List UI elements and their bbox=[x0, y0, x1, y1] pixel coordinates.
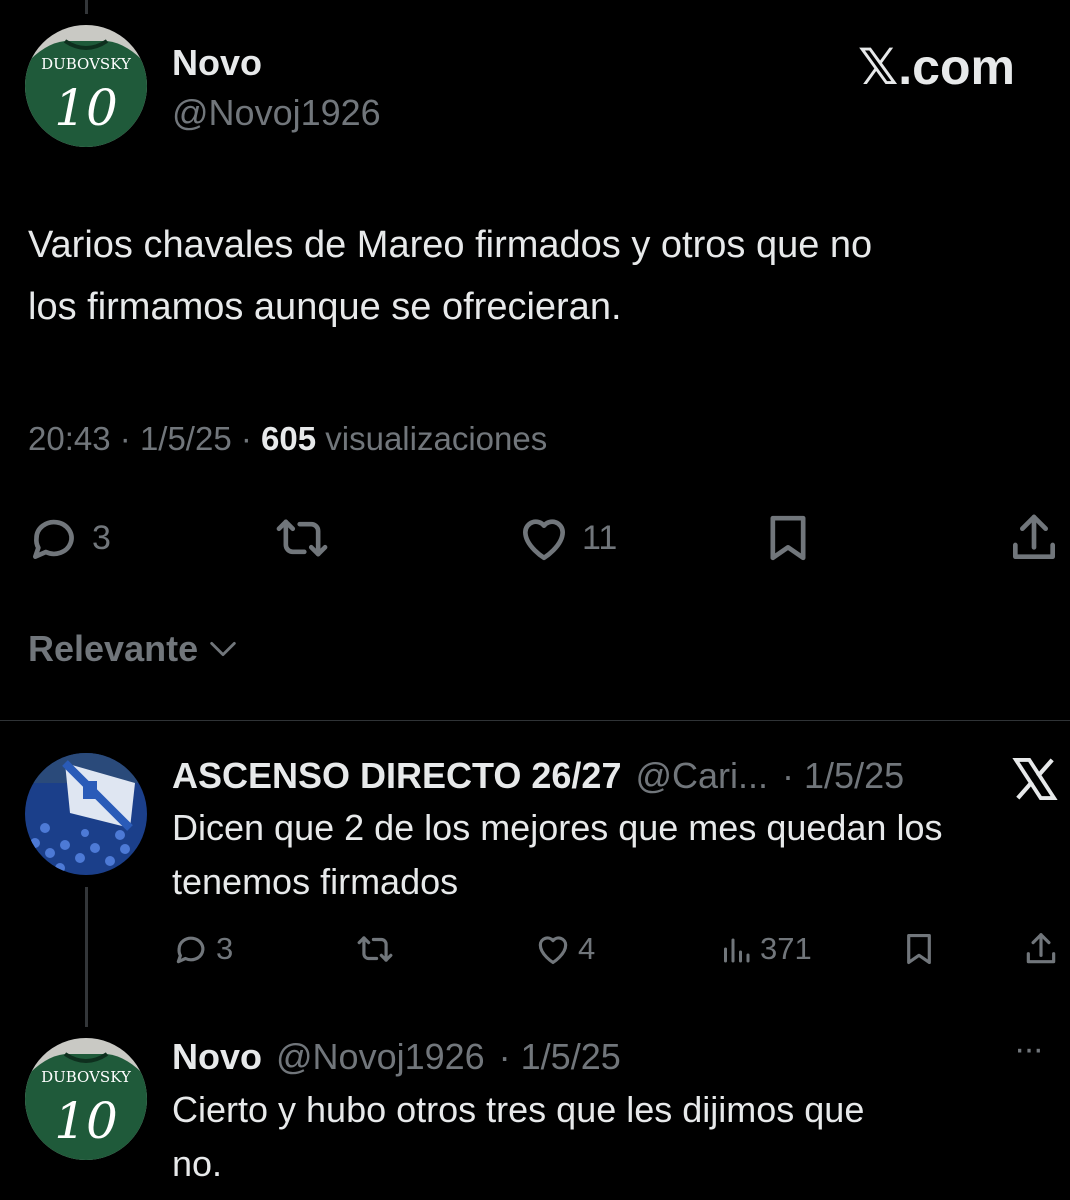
heart-icon bbox=[523, 519, 565, 561]
sort-dropdown[interactable]: Relevante bbox=[28, 628, 240, 670]
tweet-meta: 20:43 · 1/5/25 · 605 visualizaciones bbox=[28, 420, 547, 458]
reply-header: ASCENSO DIRECTO 26/27 @Cari... · 1/5/25 bbox=[172, 755, 992, 797]
chevron-down-icon bbox=[210, 641, 236, 657]
bookmark-icon bbox=[770, 515, 806, 561]
reply-text: Cierto y hubo otros tres que les dijimos… bbox=[172, 1083, 1062, 1191]
views-count: 605 bbox=[261, 420, 317, 457]
bookmark-icon bbox=[907, 933, 931, 965]
reply-retweet-button[interactable] bbox=[354, 930, 396, 968]
reply-text-line: Dicen que 2 de los mejores que mes queda… bbox=[172, 807, 943, 848]
reply-bookmark-button[interactable] bbox=[900, 930, 938, 968]
thread-line-top bbox=[85, 0, 88, 14]
tweet-time[interactable]: 20:43 bbox=[28, 420, 111, 457]
tweet-text-line: Varios chavales de Mareo firmados y otro… bbox=[28, 224, 873, 266]
author-handle[interactable]: @Novoj1926 bbox=[172, 92, 381, 134]
divider bbox=[0, 720, 1070, 721]
reply-reply-button[interactable]: 3 bbox=[172, 930, 233, 968]
tweet-date[interactable]: 1/5/25 bbox=[140, 420, 232, 457]
views-chart-icon bbox=[724, 938, 750, 963]
tweet-text-line: los firmamos aunque se ofrecieran. bbox=[28, 286, 622, 328]
reply-views-count: 371 bbox=[760, 931, 812, 966]
retweet-icon bbox=[276, 519, 328, 557]
meta-separator: · bbox=[240, 420, 252, 457]
reply-text-line: tenemos firmados bbox=[172, 861, 459, 902]
bookmark-button[interactable] bbox=[760, 510, 816, 566]
reply-author-name[interactable]: Novo bbox=[172, 1036, 262, 1078]
reply-count: 3 bbox=[92, 518, 111, 557]
reply-text-line: no. bbox=[172, 1143, 223, 1184]
avatar-jersey-text: DUBOVSKY bbox=[41, 1068, 132, 1086]
views-label: visualizaciones bbox=[325, 420, 548, 457]
reply-author-handle[interactable]: @Cari... bbox=[635, 755, 768, 797]
x-logo-icon[interactable] bbox=[1012, 758, 1058, 800]
reply-reply-count: 3 bbox=[216, 931, 234, 966]
share-icon bbox=[1013, 514, 1055, 559]
heart-icon bbox=[538, 936, 568, 965]
tweet-text: Varios chavales de Mareo firmados y otro… bbox=[28, 214, 1068, 338]
sort-label: Relevante bbox=[28, 628, 199, 669]
retweet-button[interactable] bbox=[272, 510, 332, 566]
reply-header: Novo @Novoj1926 · 1/5/25 bbox=[172, 1036, 621, 1078]
reply-like-button[interactable]: 4 bbox=[534, 930, 595, 968]
reply-text: Dicen que 2 de los mejores que mes queda… bbox=[172, 801, 1062, 909]
meta-separator: · bbox=[119, 420, 131, 457]
x-brand-logo: 𝕏.com bbox=[858, 39, 1015, 95]
reply-author-handle[interactable]: @Novoj1926 bbox=[276, 1036, 485, 1078]
reply-avatar[interactable] bbox=[25, 753, 147, 875]
avatar-jersey-number: 10 bbox=[54, 1092, 118, 1150]
reply-text-line: Cierto y hubo otros tres que les dijimos… bbox=[172, 1089, 865, 1130]
author-name[interactable]: Novo bbox=[172, 42, 262, 84]
reply-views-button[interactable]: 371 bbox=[718, 930, 812, 968]
retweet-icon bbox=[357, 936, 393, 962]
share-button[interactable] bbox=[1006, 510, 1062, 566]
avatar-jersey-text: DUBOVSKY bbox=[41, 55, 132, 73]
like-count: 11 bbox=[582, 518, 618, 557]
reply-author-name[interactable]: ASCENSO DIRECTO 26/27 bbox=[172, 755, 621, 797]
more-options-icon[interactable]: ··· bbox=[1014, 1030, 1044, 1069]
reply-date[interactable]: · 1/5/25 bbox=[782, 755, 904, 797]
comment-icon bbox=[176, 936, 205, 964]
comment-icon bbox=[33, 519, 74, 559]
reply-date[interactable]: · 1/5/25 bbox=[499, 1036, 621, 1078]
share-icon bbox=[1026, 933, 1056, 964]
like-button[interactable]: 11 bbox=[516, 510, 617, 566]
author-avatar[interactable]: DUBOVSKY 10 bbox=[25, 25, 147, 147]
reply-button[interactable]: 3 bbox=[26, 510, 111, 566]
thread-line bbox=[85, 887, 88, 1027]
reply-like-count: 4 bbox=[578, 931, 596, 966]
reply-avatar[interactable]: DUBOVSKY 10 bbox=[25, 1038, 147, 1160]
reply-share-button[interactable] bbox=[1022, 930, 1060, 968]
avatar-jersey-number: 10 bbox=[54, 79, 118, 137]
